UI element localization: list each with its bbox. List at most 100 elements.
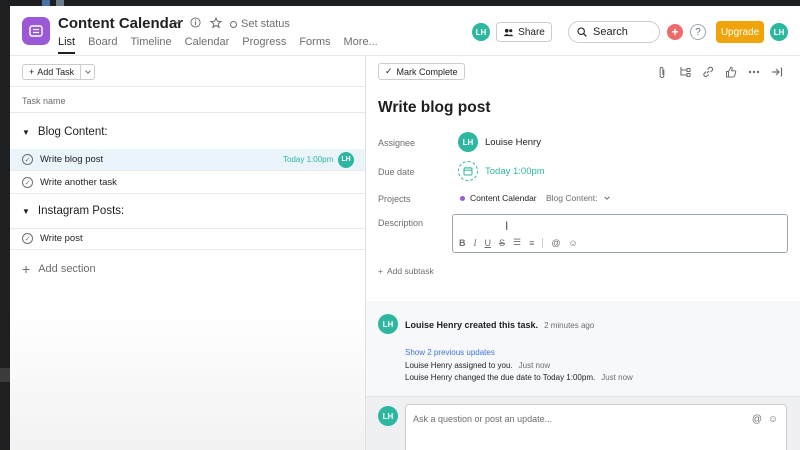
activity-line-text: Louise Henry assigned to you. bbox=[405, 361, 513, 370]
strikethrough-icon[interactable]: S bbox=[499, 238, 505, 248]
people-icon bbox=[503, 28, 514, 36]
assignee-name[interactable]: Louise Henry bbox=[485, 137, 541, 148]
activity-line: Louise Henry changed the due date to Tod… bbox=[405, 373, 633, 382]
show-previous-updates-link[interactable]: Show 2 previous updates bbox=[405, 348, 495, 357]
comment-area: LH Ask a question or post an update... @… bbox=[366, 396, 800, 450]
tab-forms[interactable]: Forms bbox=[299, 36, 330, 54]
underline-icon[interactable]: U bbox=[485, 238, 492, 248]
app-left-strip bbox=[0, 0, 10, 450]
task-title[interactable]: Write blog post bbox=[378, 99, 491, 117]
task-name[interactable]: Write another task bbox=[40, 177, 117, 188]
bold-icon[interactable]: B bbox=[459, 238, 466, 248]
quick-add-button[interactable]: + bbox=[667, 24, 683, 40]
user-avatar[interactable]: LH bbox=[770, 23, 788, 41]
section-collapse-icon[interactable]: ▼ bbox=[22, 207, 30, 216]
pane-fade bbox=[10, 310, 365, 450]
description-editor[interactable]: I B I U S ☰ ≡ @ ☺ bbox=[452, 214, 788, 253]
add-task-group: + Add Task bbox=[22, 64, 96, 80]
search-input[interactable]: Search bbox=[568, 21, 660, 43]
comment-avatar: LH bbox=[378, 406, 398, 426]
activity-line-time: Just now bbox=[601, 373, 633, 382]
section-title: Blog Content: bbox=[37, 126, 108, 138]
mention-icon[interactable]: @ bbox=[752, 414, 762, 425]
more-options-icon[interactable] bbox=[747, 65, 761, 79]
thumbs-up-icon[interactable] bbox=[724, 65, 738, 79]
project-title[interactable]: Content Calendar bbox=[58, 15, 183, 32]
activity-feed: LH Louise Henry created this task. 2 minu… bbox=[366, 301, 800, 406]
section-header[interactable]: ▼ Blog Content: bbox=[22, 126, 108, 138]
close-pane-icon[interactable] bbox=[770, 65, 784, 79]
mark-complete-label: Mark Complete bbox=[396, 66, 458, 77]
activity-line-text: Louise Henry changed the due date to Tod… bbox=[405, 373, 596, 382]
calendar-icon[interactable] bbox=[458, 161, 478, 181]
task-row[interactable]: ✓ Write post bbox=[10, 228, 365, 250]
tab-list[interactable]: List bbox=[58, 36, 76, 54]
add-section-button[interactable]: + Add section bbox=[22, 261, 96, 277]
search-icon bbox=[577, 27, 587, 37]
add-subtask-button[interactable]: + Add subtask bbox=[378, 266, 434, 276]
tab-timeline[interactable]: Timeline bbox=[130, 36, 171, 54]
divider bbox=[10, 112, 365, 113]
add-task-dropdown[interactable] bbox=[81, 64, 96, 80]
tab-more[interactable]: More... bbox=[344, 36, 378, 54]
section-collapse-icon[interactable]: ▼ bbox=[22, 128, 30, 137]
mark-complete-button[interactable]: ✓ Mark Complete bbox=[378, 63, 465, 80]
task-detail-pane: ✓ Mark Complete Write blog post Assignee… bbox=[365, 56, 800, 450]
link-icon[interactable] bbox=[701, 65, 715, 79]
project-color-dot bbox=[460, 196, 465, 201]
italic-icon[interactable]: I bbox=[474, 238, 477, 248]
comment-placeholder: Ask a question or post an update... bbox=[413, 414, 553, 424]
project-icon[interactable] bbox=[22, 17, 50, 45]
add-task-button[interactable]: + Add Task bbox=[22, 64, 82, 80]
project-name[interactable]: Content Calendar bbox=[470, 193, 537, 203]
chevron-down-icon[interactable] bbox=[172, 17, 182, 30]
help-button[interactable]: ? bbox=[690, 24, 706, 40]
description-label: Description bbox=[378, 218, 424, 228]
star-icon[interactable] bbox=[209, 16, 223, 32]
emoji-icon[interactable]: ☺ bbox=[768, 414, 778, 425]
due-date-label: Due date bbox=[378, 167, 415, 177]
task-due-date[interactable]: Today 1:00pm bbox=[283, 155, 333, 164]
info-icon[interactable] bbox=[190, 17, 201, 31]
task-row[interactable]: ✓ Write blog post Today 1:00pm LH bbox=[10, 149, 365, 171]
assignee-avatar[interactable]: LH bbox=[458, 132, 478, 152]
share-button[interactable]: Share bbox=[496, 22, 552, 42]
tab-board[interactable]: Board bbox=[88, 36, 117, 54]
due-date-value[interactable]: Today 1:00pm bbox=[485, 166, 545, 177]
activity-avatar[interactable]: LH bbox=[378, 314, 398, 334]
member-avatar[interactable]: LH bbox=[472, 23, 490, 41]
column-header-task-name[interactable]: Task name bbox=[22, 96, 66, 106]
set-status-button[interactable]: Set status bbox=[230, 18, 290, 30]
plus-icon: + bbox=[22, 261, 31, 277]
upgrade-button[interactable]: Upgrade bbox=[716, 21, 764, 43]
activity-timestamp[interactable]: 2 minutes ago bbox=[544, 321, 594, 330]
status-circle-icon bbox=[230, 21, 237, 28]
bullet-list-icon[interactable]: ☰ bbox=[513, 237, 521, 248]
task-name[interactable]: Write blog post bbox=[40, 154, 103, 165]
subtask-icon[interactable] bbox=[678, 65, 692, 79]
project-section-select[interactable]: Blog Content: bbox=[546, 193, 611, 203]
tab-progress[interactable]: Progress bbox=[242, 36, 286, 54]
activity-line-time: Just now bbox=[518, 361, 551, 370]
tab-calendar[interactable]: Calendar bbox=[185, 36, 230, 54]
comment-input[interactable]: Ask a question or post an update... @ ☺ bbox=[405, 404, 787, 450]
search-placeholder: Search bbox=[593, 26, 628, 38]
attachment-icon[interactable] bbox=[655, 65, 669, 79]
section-title: Instagram Posts: bbox=[37, 205, 125, 217]
calendar-list-icon bbox=[29, 25, 43, 37]
set-status-label: Set status bbox=[241, 18, 290, 30]
mention-icon[interactable]: @ bbox=[551, 238, 560, 248]
task-row[interactable]: ✓ Write another task bbox=[10, 172, 365, 194]
emoji-icon[interactable]: ☺ bbox=[569, 238, 578, 248]
activity-text: Louise Henry created this task. bbox=[405, 320, 539, 330]
task-complete-check-icon[interactable]: ✓ bbox=[22, 154, 33, 165]
divider bbox=[10, 86, 365, 87]
task-complete-check-icon[interactable]: ✓ bbox=[22, 233, 33, 244]
chevron-down-icon bbox=[604, 196, 610, 200]
task-complete-check-icon[interactable]: ✓ bbox=[22, 177, 33, 188]
section-header[interactable]: ▼ Instagram Posts: bbox=[22, 205, 124, 217]
task-name[interactable]: Write post bbox=[40, 233, 83, 244]
task-assignee-avatar[interactable]: LH bbox=[338, 151, 354, 168]
plus-icon: + bbox=[378, 266, 383, 276]
numbered-list-icon[interactable]: ≡ bbox=[529, 238, 534, 248]
